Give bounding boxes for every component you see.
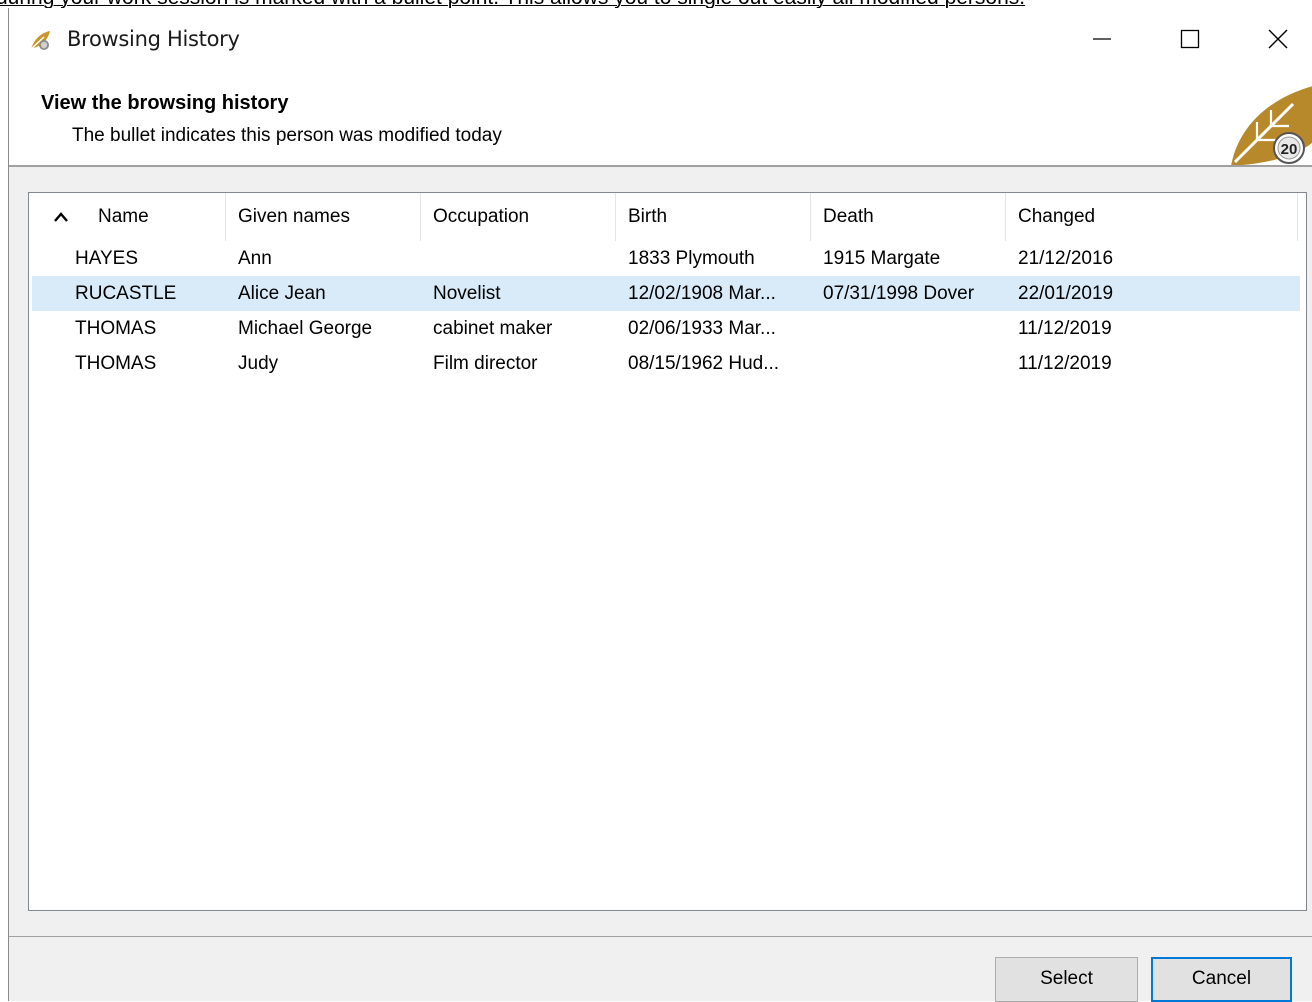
- dialog-body: Name Given names Occupation Birth Death …: [9, 167, 1312, 1002]
- cell-given-names: Michael George: [238, 318, 373, 339]
- select-button[interactable]: Select: [995, 957, 1138, 1002]
- column-header-label: Name: [98, 206, 149, 227]
- history-table[interactable]: Name Given names Occupation Birth Death …: [28, 192, 1307, 911]
- table-row[interactable]: THOMAS Michael George cabinet maker 02/0…: [32, 311, 1300, 346]
- logo-text: 20: [1281, 141, 1298, 158]
- column-header-death[interactable]: Death: [811, 193, 1006, 241]
- column-header-birth[interactable]: Birth: [616, 193, 811, 241]
- sort-ascending-icon: [54, 212, 68, 222]
- cell-occupation: Film director: [433, 353, 538, 374]
- table-row[interactable]: HAYES Ann 1833 Plymouth 1915 Margate 21/…: [32, 241, 1300, 276]
- browsing-history-dialog: Browsing History View the browsing histo…: [8, 8, 1312, 1002]
- dialog-header: View the browsing history The bullet ind…: [9, 72, 1312, 166]
- column-header-given-names[interactable]: Given names: [226, 193, 421, 241]
- cell-death: 07/31/1998 Dover: [823, 283, 975, 304]
- maximize-button[interactable]: [1167, 18, 1213, 58]
- column-header-name[interactable]: Name: [29, 193, 226, 241]
- cell-birth: 02/06/1933 Mar...: [628, 318, 776, 339]
- cell-name: THOMAS: [75, 318, 157, 339]
- column-header-label: Occupation: [433, 206, 530, 227]
- cell-given-names: Judy: [238, 353, 279, 374]
- cell-occupation: Novelist: [433, 283, 501, 304]
- cell-given-names: Alice Jean: [238, 283, 326, 304]
- cell-changed: 11/12/2019: [1018, 318, 1112, 339]
- column-header-label: Given names: [238, 206, 350, 227]
- cell-changed: 21/12/2016: [1018, 248, 1114, 269]
- column-header-changed[interactable]: Changed: [1006, 193, 1298, 241]
- column-header-occupation[interactable]: Occupation: [421, 193, 616, 241]
- cell-changed: 22/01/2019: [1018, 283, 1114, 304]
- column-header-label: Changed: [1018, 206, 1096, 227]
- cell-changed: 11/12/2019: [1018, 353, 1112, 374]
- column-header-label: Death: [823, 206, 874, 227]
- cell-name: HAYES: [75, 248, 139, 269]
- leaf-2020-logo: 20: [1231, 86, 1312, 166]
- window-title: Browsing History: [67, 27, 240, 51]
- footer-separator: [9, 936, 1312, 937]
- background-document-text: during your work session is marked with …: [0, 0, 1312, 8]
- header-subtitle: The bullet indicates this person was mod…: [72, 125, 502, 146]
- cancel-button[interactable]: Cancel: [1151, 957, 1292, 1002]
- cell-occupation: cabinet maker: [433, 318, 553, 339]
- maximize-icon: [1180, 29, 1200, 49]
- close-button[interactable]: [1255, 18, 1301, 58]
- close-icon: [1268, 29, 1288, 49]
- cell-birth: 12/02/1908 Mar...: [628, 283, 776, 304]
- column-header-label: Birth: [628, 206, 668, 227]
- cell-name: THOMAS: [75, 353, 157, 374]
- cell-death: 1915 Margate: [823, 248, 941, 269]
- leaf-icon: [30, 31, 50, 50]
- table-row-selected[interactable]: RUCASTLE Alice Jean Novelist 12/02/1908 …: [32, 276, 1300, 311]
- cell-birth: 08/15/1962 Hud...: [628, 353, 780, 374]
- title-bar[interactable]: Browsing History: [9, 8, 1312, 72]
- table-header-row: Name Given names Occupation Birth Death …: [29, 193, 1306, 241]
- table-row[interactable]: THOMAS Judy Film director 08/15/1962 Hud…: [32, 346, 1300, 381]
- minimize-button[interactable]: [1079, 18, 1125, 58]
- header-title: View the browsing history: [41, 92, 289, 114]
- cell-birth: 1833 Plymouth: [628, 248, 755, 269]
- cell-name: RUCASTLE: [75, 283, 177, 304]
- minimize-icon: [1093, 38, 1111, 40]
- cell-given-names: Ann: [238, 248, 272, 269]
